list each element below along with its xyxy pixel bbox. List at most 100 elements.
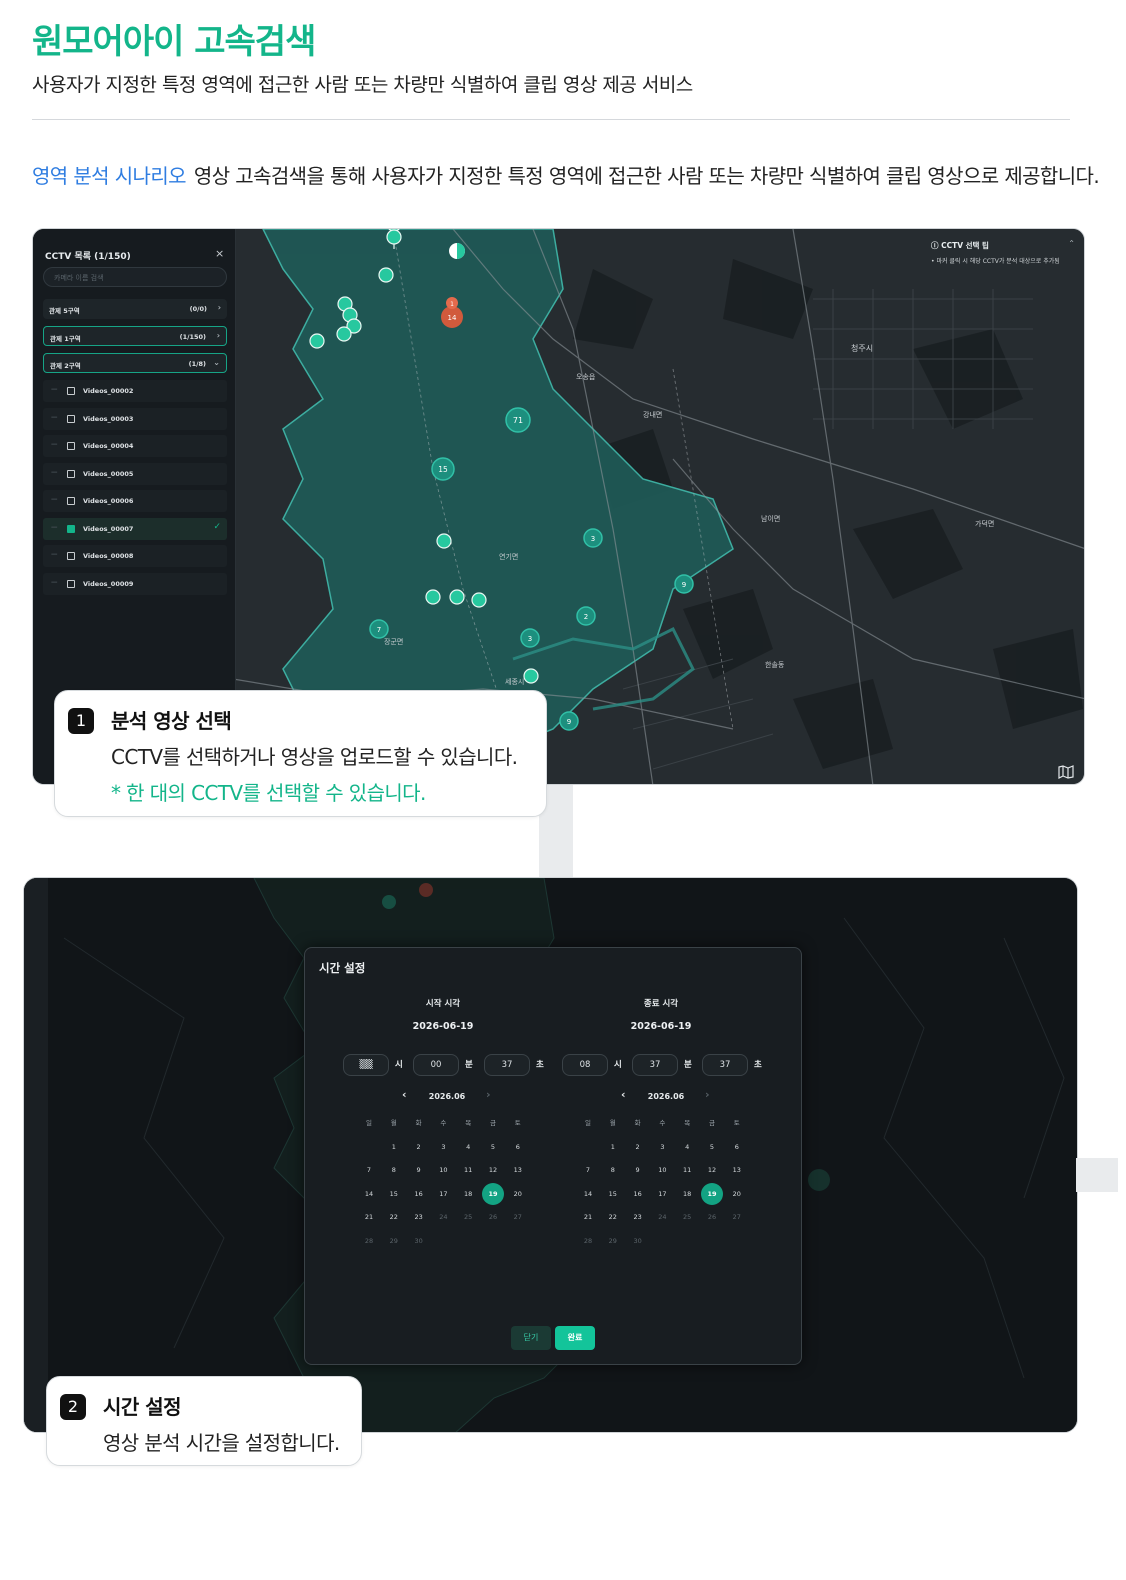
calendar-day[interactable]: 14 [577, 1183, 599, 1205]
calendar-day[interactable]: 13 [726, 1159, 748, 1181]
calendar-day[interactable]: 12 [482, 1159, 504, 1181]
calendar-day[interactable]: 10 [432, 1159, 454, 1181]
calendar-day[interactable]: 5 [701, 1136, 723, 1158]
calendar-day[interactable]: 1 [383, 1136, 405, 1158]
camera-item[interactable]: — Videos_00005 [43, 463, 227, 485]
calendar-day[interactable]: 2 [408, 1136, 430, 1158]
calendar-day[interactable]: 11 [457, 1159, 479, 1181]
checkbox[interactable] [67, 442, 75, 450]
calendar-day[interactable]: 17 [651, 1183, 673, 1205]
calendar-day-selected[interactable]: 19 [701, 1182, 723, 1205]
end-minute-input[interactable]: 37 [632, 1054, 678, 1076]
calendar-day[interactable]: 28 [577, 1230, 599, 1252]
calendar-day[interactable]: 30 [408, 1230, 430, 1252]
camera-item[interactable]: — Videos_00002 [43, 380, 227, 402]
calendar-day[interactable]: 29 [602, 1230, 624, 1252]
chevron-right-icon[interactable]: › [486, 1088, 491, 1101]
calendar-day[interactable]: 3 [651, 1136, 673, 1158]
camera-item[interactable]: — Videos_00008 [43, 545, 227, 567]
calendar-day[interactable]: 25 [457, 1206, 479, 1228]
calendar-day[interactable]: 4 [457, 1136, 479, 1158]
calendar-day[interactable]: 14 [358, 1183, 380, 1205]
checkbox[interactable] [67, 415, 75, 423]
camera-item[interactable]: — Videos_00009 [43, 573, 227, 595]
calendar-day[interactable]: 8 [602, 1159, 624, 1181]
calendar-day[interactable]: 9 [408, 1159, 430, 1181]
calendar-day[interactable]: 9 [627, 1159, 649, 1181]
calendar-day[interactable]: 6 [726, 1136, 748, 1158]
calendar-day[interactable]: 24 [651, 1206, 673, 1228]
calendar-day[interactable]: 2 [627, 1136, 649, 1158]
calendar-day[interactable]: 15 [602, 1183, 624, 1205]
checkbox[interactable] [67, 552, 75, 560]
chevron-left-icon[interactable]: ‹ [402, 1088, 407, 1101]
map-layer-icon[interactable] [1058, 765, 1074, 779]
camera-search-input[interactable]: 카메라 이름 검색 [43, 267, 227, 287]
calendar-day[interactable]: 21 [358, 1206, 380, 1228]
calendar-day[interactable]: 21 [577, 1206, 599, 1228]
region-item-1[interactable]: 관제 1구역 (1/150) › [43, 326, 227, 346]
calendar-day[interactable]: 28 [358, 1230, 380, 1252]
calendar-day[interactable]: 16 [627, 1183, 649, 1205]
end-second-input[interactable]: 37 [702, 1054, 748, 1076]
calendar-day[interactable]: 11 [676, 1159, 698, 1181]
calendar-day[interactable]: 8 [383, 1159, 405, 1181]
camera-item-selected[interactable]: — Videos_00007 ✓ [43, 518, 227, 540]
place-label: 강내면 [643, 410, 662, 419]
calendar-day[interactable]: 22 [602, 1206, 624, 1228]
calendar-day[interactable]: 24 [432, 1206, 454, 1228]
checkbox[interactable] [67, 470, 75, 478]
checkbox-checked[interactable] [67, 525, 75, 533]
calendar-day[interactable]: 30 [627, 1230, 649, 1252]
calendar-day[interactable]: 27 [726, 1206, 748, 1228]
calendar-day[interactable]: 6 [507, 1136, 529, 1158]
start-hour-input[interactable]: ▒▒ [343, 1054, 389, 1076]
calendar-day[interactable]: 17 [432, 1183, 454, 1205]
calendar-day[interactable]: 22 [383, 1206, 405, 1228]
calendar-day[interactable]: 18 [676, 1183, 698, 1205]
checkbox[interactable] [67, 387, 75, 395]
close-icon[interactable]: × [215, 247, 224, 260]
calendar-day[interactable]: 10 [651, 1159, 673, 1181]
calendar-day[interactable]: 20 [507, 1183, 529, 1205]
calendar-day[interactable]: 27 [507, 1206, 529, 1228]
calendar-day[interactable]: 16 [408, 1183, 430, 1205]
calendar-day[interactable]: 20 [726, 1183, 748, 1205]
calendar-day[interactable]: 7 [358, 1159, 380, 1181]
camera-item[interactable]: — Videos_00006 [43, 490, 227, 512]
calendar-day[interactable]: 13 [507, 1159, 529, 1181]
close-button[interactable]: 닫기 [511, 1326, 551, 1350]
calendar-day[interactable]: 29 [383, 1230, 405, 1252]
second-unit: 초 [536, 1060, 544, 1070]
calendar-day-selected[interactable]: 19 [482, 1182, 504, 1205]
calendar-day[interactable]: 26 [701, 1206, 723, 1228]
calendar-day[interactable]: 23 [627, 1206, 649, 1228]
chevron-left-icon[interactable]: ‹ [621, 1088, 626, 1101]
calendar-day[interactable]: 7 [577, 1159, 599, 1181]
done-button[interactable]: 완료 [555, 1326, 595, 1350]
calendar-day[interactable]: 25 [676, 1206, 698, 1228]
checkbox[interactable] [67, 497, 75, 505]
start-second-input[interactable]: 37 [484, 1054, 530, 1076]
end-hour-input[interactable]: 08 [562, 1054, 608, 1076]
calendar-day[interactable]: 18 [457, 1183, 479, 1205]
cluster-7: 7 [377, 626, 381, 634]
chevron-right-icon[interactable]: › [705, 1088, 710, 1101]
calendar-day[interactable]: 15 [383, 1183, 405, 1205]
camera-item[interactable]: — Videos_00003 [43, 408, 227, 430]
calendar-day[interactable]: 23 [408, 1206, 430, 1228]
region-item-2[interactable]: 관제 2구역 (1/8) ⌄ [43, 353, 227, 373]
start-minute-input[interactable]: 00 [413, 1054, 459, 1076]
calendar-day[interactable]: 12 [701, 1159, 723, 1181]
region-item-5[interactable]: 관제 5구역 (0/0) › [43, 299, 227, 319]
calendar-day[interactable]: 4 [676, 1136, 698, 1158]
calendar-day[interactable]: 3 [432, 1136, 454, 1158]
calendar-day[interactable]: 5 [482, 1136, 504, 1158]
chevron-up-icon[interactable]: ⌃ [1068, 239, 1075, 248]
calendar-day[interactable]: 26 [482, 1206, 504, 1228]
camera-item[interactable]: — Videos_00004 [43, 435, 227, 457]
calendar-day[interactable]: 1 [602, 1136, 624, 1158]
start-time-label: 시작 시각 [425, 999, 461, 1009]
place-label: 장군면 [384, 637, 403, 646]
checkbox[interactable] [67, 580, 75, 588]
